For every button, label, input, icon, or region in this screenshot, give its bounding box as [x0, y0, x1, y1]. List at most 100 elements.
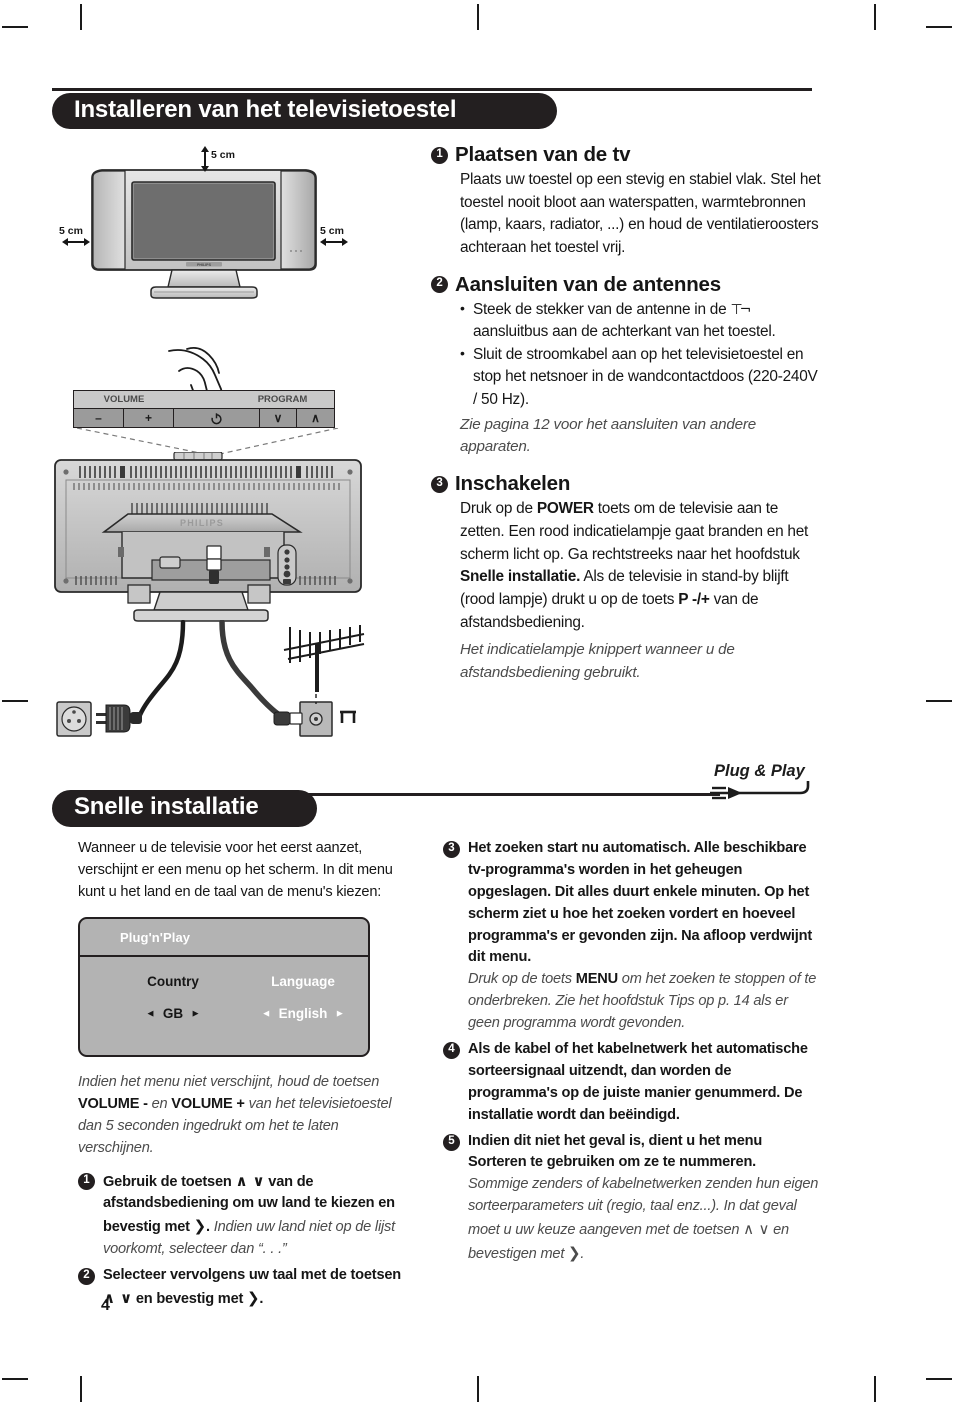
osd-language-left-arrow[interactable]: ◄	[261, 1009, 271, 1020]
osd-country-value-row: ◄ GB ►	[108, 1006, 238, 1021]
q1-c: .	[206, 1219, 214, 1236]
osd-language-value-row: ◄ English ►	[238, 1006, 368, 1021]
step-3-text-a: Druk op de	[460, 500, 537, 518]
q2-confirm-key: ❯	[247, 1289, 260, 1308]
control-panel-buttons: – + ∨ ∧	[74, 408, 334, 427]
antenna-inline-icon: ⊤¬	[730, 301, 751, 318]
note-text-a: Indien het menu niet verschijnt, houd de…	[78, 1074, 380, 1090]
quick-item-1: 1 Gebruik de toetsen ∧ ∨ van de afstands…	[78, 1170, 410, 1262]
plug-and-play-logo: Plug & Play	[700, 757, 818, 805]
quick-install-left-column: Wanneer u de televisie voor het eerst aa…	[78, 838, 408, 914]
osd-title: Plug'n'Play	[80, 919, 368, 957]
quick-item-3: 3 Het zoeken start nu automatisch. Alle …	[443, 838, 821, 1035]
program-group-label: PROGRAM	[257, 394, 308, 405]
page-number: 4	[101, 1297, 110, 1314]
mains-plug	[96, 704, 142, 733]
volume-plus-label: VOLUME +	[171, 1095, 249, 1112]
crop-mark-bottom-left-v	[80, 1376, 82, 1402]
program-down-button[interactable]: ∨	[260, 409, 297, 427]
quick-item-2-text: Selecteer vervolgens uw taal met de toet…	[103, 1265, 410, 1311]
crop-mark-bottom-right-h	[926, 1378, 952, 1380]
step-1-heading: 1 Plaatsen van de tv	[431, 143, 821, 167]
step-1-number: 1	[431, 146, 448, 164]
aerial-connector	[273, 711, 303, 726]
q5-confirm-key: ❯	[568, 1244, 581, 1263]
quick-item-4-number: 4	[443, 1042, 460, 1060]
step-3-note: Het indicatielampje knippert wanneer u d…	[460, 641, 735, 681]
q1-a: Gebruik de toetsen	[103, 1173, 236, 1190]
osd-country-value: GB	[162, 1006, 184, 1021]
antenna-symbol	[340, 710, 356, 723]
osd-body: Country ◄ GB ► Language ◄ English ►	[80, 957, 368, 1055]
step-2-bullet-1: Steek de stekker van de antenne in de ⊤¬…	[460, 298, 821, 344]
osd-language-column: Language ◄ English ►	[238, 957, 368, 1021]
q5-b: te gebruiken om ze te nummeren.	[526, 1154, 757, 1171]
q1-confirm-key: ❯	[193, 1217, 207, 1236]
q5-a: Indien dit niet het geval is, dient u he…	[468, 1132, 763, 1149]
volume-down-button[interactable]: –	[74, 409, 124, 427]
volume-up-button[interactable]: +	[124, 409, 174, 427]
q3-note-a: Druk op de toets	[468, 971, 576, 988]
clearance-label-top: 5 cm	[211, 149, 235, 161]
page-canvas: Installeren van het televisietoestel PHI…	[0, 0, 954, 1405]
crop-mark-top-left-v	[80, 4, 82, 30]
crop-mark-left-mid	[2, 700, 28, 702]
control-panel-labels: VOLUME PROGRAM	[74, 391, 334, 408]
philips-brand-rear: PHILIPS	[180, 518, 224, 528]
osd-country-column: Country ◄ GB ►	[108, 957, 238, 1021]
osd-plug-n-play-menu: Plug'n'Play Country ◄ GB ► Language ◄ En…	[78, 917, 370, 1057]
svg-text:PHILIPS: PHILIPS	[197, 263, 212, 267]
step-3-body: Druk op de POWER toets om de televisie a…	[431, 498, 821, 634]
menu-key-label: MENU	[575, 971, 618, 988]
crop-mark-bottom-right-v	[874, 1376, 876, 1402]
quick-item-4-text: Als de kabel of het kabelnetwerk het aut…	[468, 1041, 808, 1123]
note-text-c: en	[151, 1095, 172, 1112]
quick-install-right-column: 3 Het zoeken start nu automatisch. Alle …	[443, 838, 821, 1270]
step-1-body: Plaats uw toestel op een stevig en stabi…	[460, 171, 821, 256]
quick-item-1-number: 1	[78, 1172, 95, 1190]
step-2-heading: 2 Aansluiten van de antennes	[431, 273, 821, 297]
step-2-bullets: Steek de stekker van de antenne in de ⊤¬…	[431, 298, 821, 412]
osd-country-right-arrow[interactable]: ►	[191, 1009, 201, 1020]
power-icon	[211, 412, 222, 424]
program-up-button[interactable]: ∧	[297, 409, 334, 427]
step-2-number: 2	[431, 276, 448, 294]
crop-mark-bottom-mid	[477, 1376, 479, 1402]
quick-install-ref: Snelle installatie.	[460, 568, 581, 586]
step-3-title: Inschakelen	[455, 472, 571, 496]
sorteren-menu-label: Sorteren	[468, 1154, 527, 1171]
p-key-label: P -/+	[678, 591, 710, 609]
crop-mark-top-right-h	[926, 26, 952, 28]
q2-b: en bevestig met	[131, 1291, 247, 1308]
step-2-bullet-2: Sluit de stroomkabel aan op het televisi…	[460, 343, 821, 412]
cabling-illustration	[56, 620, 365, 737]
quick-item-5-number: 5	[443, 1133, 460, 1151]
crop-mark-top-right-v	[874, 4, 876, 30]
clearance-label-right: 5 cm	[320, 225, 344, 237]
tv-rear-illustration: PHILIPS	[52, 452, 364, 637]
quick-item-1-text: Gebruik de toetsen ∧ ∨ van de afstandsbe…	[103, 1170, 410, 1262]
osd-language-value: English	[278, 1006, 328, 1021]
tv-front-illustration: PHILIPS	[88, 165, 320, 305]
osd-country-left-arrow[interactable]: ◄	[145, 1009, 155, 1020]
quick-item-2: 2 Selecteer vervolgens uw taal met de to…	[78, 1265, 410, 1311]
step-2-bullet-1-text: Steek de stekker van de antenne in de	[473, 300, 727, 318]
quick-item-3-text: Het zoeken start nu automatisch. Alle be…	[468, 838, 821, 1035]
step-2-note: Zie pagina 12 voor het aansluiten van an…	[460, 415, 757, 456]
header-rule	[52, 88, 812, 91]
section-banner-snelle: Snelle installatie	[52, 790, 317, 827]
osd-language-label: Language	[271, 974, 335, 989]
osd-language-right-arrow[interactable]: ►	[335, 1009, 345, 1020]
osd-country-label: Country	[147, 974, 199, 989]
clearance-label-left: 5 cm	[59, 225, 83, 237]
crop-mark-top-mid	[477, 4, 479, 30]
step-3-heading: 3 Inschakelen	[431, 472, 821, 496]
step-2-title: Aansluiten van de antennes	[455, 272, 721, 296]
step-2-bullet-1-tail: aansluitbus aan de achterkant van het to…	[473, 323, 776, 341]
power-button[interactable]	[174, 409, 260, 427]
step-2-bullet-2-text: Sluit de stroomkabel aan op het televisi…	[473, 345, 818, 409]
plug-and-play-logo-text: Plug & Play	[714, 762, 806, 780]
section-banner-snelle-label: Snelle installatie	[74, 793, 259, 820]
tv-control-panel: VOLUME PROGRAM – + ∨ ∧	[73, 390, 335, 428]
q1-updown-keys: ∧ ∨	[235, 1171, 265, 1190]
